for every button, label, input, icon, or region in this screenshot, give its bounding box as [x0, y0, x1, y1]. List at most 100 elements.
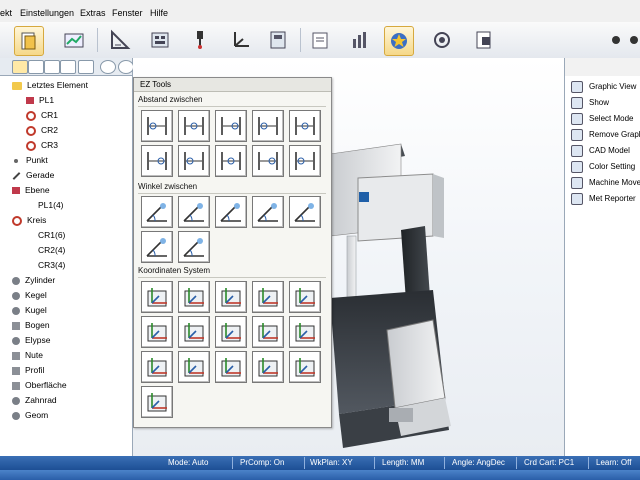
coord-system-tool-icon[interactable] [215, 316, 247, 348]
folder-report-icon[interactable] [306, 26, 334, 54]
tab-tag-icon[interactable] [60, 60, 76, 74]
tree-item[interactable]: Profil [12, 363, 44, 377]
tree-item-label: CR1(6) [38, 230, 66, 240]
tree-item[interactable]: Kugel [12, 303, 47, 317]
coord-system-tool-icon[interactable] [141, 316, 173, 348]
coord-system-tool-icon[interactable] [178, 351, 210, 383]
view-option-item[interactable]: Graphic View [571, 80, 636, 94]
tree-item[interactable]: Kegel [12, 288, 47, 302]
tree-item-label: CR2(4) [38, 245, 66, 255]
tree-item[interactable]: CR3 [26, 138, 58, 152]
tab-features-icon[interactable] [12, 60, 28, 74]
status-dot-icon [630, 36, 638, 44]
coord-system-tool-icon[interactable] [289, 351, 321, 383]
tree-item[interactable]: Geom [12, 408, 48, 422]
distance-tool-icon[interactable] [215, 110, 247, 142]
view-option-item[interactable]: Select Mode [571, 112, 633, 126]
coord-system-tool-icon[interactable] [289, 316, 321, 348]
distance-tool-icon[interactable] [289, 110, 321, 142]
angle-tool-icon[interactable] [141, 231, 173, 263]
tree-item[interactable]: Kreis [12, 213, 46, 227]
triangle-ruler-icon[interactable] [106, 26, 134, 54]
chart-edit-icon[interactable] [60, 26, 88, 54]
ez-tools-title-bar[interactable]: EZ Tools [134, 78, 331, 92]
coord-system-tool-icon[interactable] [215, 351, 247, 383]
view-option-item[interactable]: Machine Move [571, 176, 640, 190]
tree-item[interactable]: Ebene [12, 183, 50, 197]
coord-system-tool-icon[interactable] [289, 281, 321, 313]
tree-item[interactable]: Elypse [12, 333, 51, 347]
distance-tool-icon[interactable] [215, 145, 247, 177]
tree-item[interactable]: CR3(4) [38, 258, 65, 272]
status-angle: Angle: AngDec [452, 458, 505, 467]
tree-item[interactable]: PL1(4) [38, 198, 64, 212]
view-option-label: Machine Move [589, 178, 640, 187]
distance-tool-icon[interactable] [252, 145, 284, 177]
probe-icon[interactable] [186, 26, 214, 54]
coord-system-tool-icon[interactable] [215, 281, 247, 313]
tab-cube-icon[interactable] [78, 60, 94, 74]
tree-item[interactable]: CR2(4) [38, 243, 65, 257]
tree-item[interactable]: Bogen [12, 318, 50, 332]
angle-tool-icon[interactable] [252, 196, 284, 228]
coord-system-tool-icon[interactable] [141, 281, 173, 313]
tree-item[interactable]: CR1(6) [38, 228, 65, 242]
axes-icon[interactable] [226, 26, 254, 54]
view-option-item[interactable]: Remove Graph [571, 128, 640, 142]
view-option-item[interactable]: Color Setting [571, 160, 635, 174]
tree-item[interactable]: CR2 [26, 123, 58, 137]
star-view-icon[interactable] [384, 26, 414, 56]
angle-tool-icon[interactable] [178, 231, 210, 263]
view-option-item[interactable]: Met Reporter [571, 192, 636, 206]
calculator-icon[interactable] [146, 26, 174, 54]
refresh-icon[interactable] [428, 26, 456, 54]
tree-item[interactable]: PL1 [26, 93, 54, 107]
coord-system-tool-icon[interactable] [252, 281, 284, 313]
tree-item[interactable]: Gerade [12, 168, 54, 182]
view-option-item[interactable]: Show [571, 96, 609, 110]
menu-help[interactable]: Hilfe [150, 8, 168, 18]
menu-file[interactable]: ekt [0, 8, 12, 18]
tree-item[interactable]: Oberfläche [12, 378, 67, 392]
tree-item[interactable]: CR1 [26, 108, 58, 122]
export-icon[interactable] [470, 26, 498, 54]
section-coord-system-label: Koordinaten System [138, 266, 211, 275]
distance-tool-icon[interactable] [178, 110, 210, 142]
coord-system-tool-icon[interactable] [141, 351, 173, 383]
angle-tool-icon[interactable] [215, 196, 247, 228]
distance-tool-icon[interactable] [141, 145, 173, 177]
bar-chart-icon[interactable] [346, 26, 374, 54]
tab-circle-icon[interactable] [118, 60, 134, 74]
tree-item[interactable]: Nute [12, 348, 43, 362]
angle-tool-icon[interactable] [178, 196, 210, 228]
graphic-view-icon [571, 80, 583, 93]
tab-circle-icon[interactable] [100, 60, 116, 74]
angle-tool-icon[interactable] [289, 196, 321, 228]
distance-tool-icon[interactable] [252, 110, 284, 142]
coord-system-tool-icon[interactable] [178, 316, 210, 348]
coord-system-tool-icon[interactable] [178, 281, 210, 313]
view-option-label: CAD Model [589, 146, 630, 155]
angle-tool-icon[interactable] [141, 196, 173, 228]
distance-tool-icon[interactable] [289, 145, 321, 177]
section-angle-label: Winkel zwischen [138, 182, 198, 191]
tab-group-icon[interactable] [44, 60, 60, 74]
view-option-item[interactable]: CAD Model [571, 144, 630, 158]
shape-icon [12, 306, 20, 315]
menu-settings[interactable]: Einstellungen [20, 8, 74, 18]
tree-item[interactable]: Zylinder [12, 273, 55, 287]
menu-extras[interactable]: Extras [80, 8, 106, 18]
tree-item[interactable]: Zahnrad [12, 393, 57, 407]
tree-item-label: PL1(4) [38, 200, 64, 210]
tab-list-icon[interactable] [28, 60, 44, 74]
tree-item[interactable]: Letztes Element [12, 78, 88, 92]
coord-system-tool-icon[interactable] [252, 351, 284, 383]
coord-system-tool-icon[interactable] [141, 386, 173, 418]
tree-item[interactable]: Punkt [12, 153, 48, 167]
coord-system-tool-icon[interactable] [252, 316, 284, 348]
distance-tool-icon[interactable] [178, 145, 210, 177]
document-icon[interactable] [14, 26, 44, 56]
menu-window[interactable]: Fenster [112, 8, 143, 18]
distance-tool-icon[interactable] [141, 110, 173, 142]
measure-icon[interactable] [264, 26, 292, 54]
